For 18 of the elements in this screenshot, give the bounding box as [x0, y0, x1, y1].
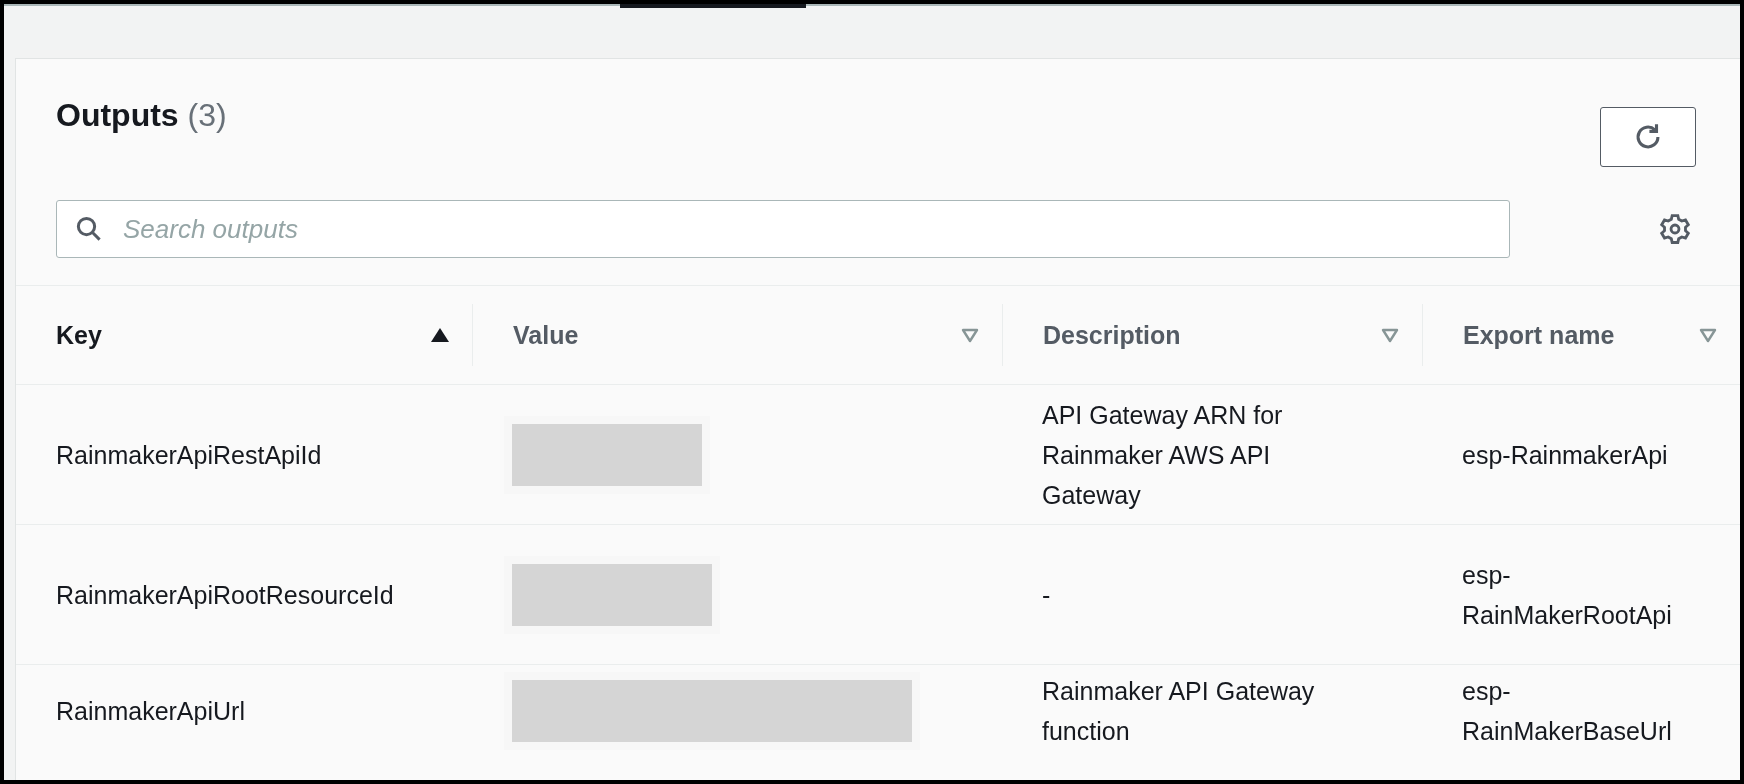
table-cell-text: RainmakerApiRestApiId — [56, 439, 322, 471]
table-cell-text: - — [1042, 579, 1051, 611]
panel-title: Outputs (3) — [56, 97, 227, 134]
table-cell-text: esp-RainMakerBaseUrl — [1462, 676, 1673, 747]
search-field[interactable]: Search outputs — [56, 200, 1510, 258]
table-cell-text: RainmakerApiRootResourceId — [56, 579, 394, 611]
column-header[interactable]: Export name — [1422, 304, 1740, 366]
column-header[interactable]: Value — [472, 304, 1002, 366]
table-cell-text: RainmakerApiUrl — [56, 696, 245, 727]
refresh-button[interactable] — [1600, 107, 1696, 167]
table-cell-text: esp-RainmakerApi — [1462, 439, 1668, 471]
search-icon — [74, 214, 104, 244]
table-cell-text: API Gateway ARN for Rainmaker AWS API Gateway — [1042, 399, 1284, 511]
column-header[interactable]: Key — [16, 304, 472, 366]
settings-icon[interactable] — [1658, 212, 1692, 246]
table-cell-text: esp-RainMakerRootApi — [1462, 559, 1673, 631]
column-header[interactable]: Description — [1002, 304, 1422, 366]
table-cell-text: Rainmaker API Gateway function — [1042, 676, 1316, 747]
